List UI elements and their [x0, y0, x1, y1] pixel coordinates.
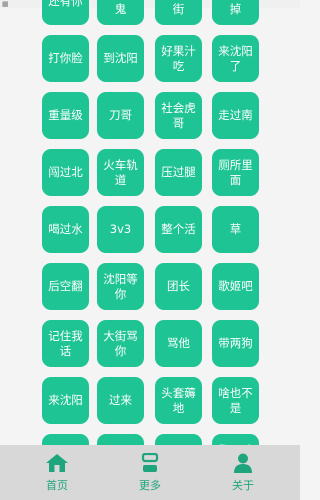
phrase-button[interactable]: 大街骂你 — [97, 320, 144, 367]
phrase-button[interactable]: 沈阳等你 — [97, 263, 144, 310]
phrase-button[interactable]: 还有你 — [42, 0, 89, 25]
phrase-button[interactable]: 刀哥 — [97, 92, 144, 139]
phrase-button[interactable]: 草 — [212, 206, 259, 253]
phrase-button[interactable]: 头套拽掉 — [212, 0, 259, 25]
bottom-tab-bar: 首页 更多 关于 — [0, 445, 300, 500]
phrase-button[interactable]: 来沈阳 — [42, 377, 89, 424]
phrase-button[interactable]: 头套薅地 — [155, 377, 202, 424]
phrase-button[interactable]: 过来 — [97, 377, 144, 424]
phrase-button[interactable]: 走过南 — [212, 92, 259, 139]
phrase-button[interactable]: 厕所里面 — [212, 149, 259, 196]
phrase-button[interactable]: 带两狗 — [212, 320, 259, 367]
phrase-button[interactable]: 歌姬吧 — [212, 263, 259, 310]
phrase-button[interactable]: 来沈阳了 — [212, 35, 259, 82]
phrase-button[interactable]: 好果汁吃 — [155, 35, 202, 82]
tab-more-label: 更多 — [139, 479, 161, 492]
tab-home[interactable]: 首页 — [7, 445, 107, 500]
status-grid-icon: ▦ — [2, 0, 9, 8]
home-icon — [46, 454, 68, 472]
phrase-button[interactable]: 记住我话 — [42, 320, 89, 367]
phrase-button[interactable]: 闯过北 — [42, 149, 89, 196]
phrase-button[interactable]: 后空翻 — [42, 263, 89, 310]
phrase-button[interactable]: 3v3 — [97, 206, 144, 253]
phrase-button[interactable]: 压过腿 — [155, 149, 202, 196]
phrase-button-grid: 还有你不人不鬼沈阳大街头套拽掉打你脸到沈阳好果汁吃来沈阳了重量级刀哥社会虎哥走过… — [40, 0, 260, 500]
tab-about-label: 关于 — [232, 479, 254, 492]
phrase-button[interactable]: 火车轨道 — [97, 149, 144, 196]
phrase-button[interactable]: 社会虎哥 — [155, 92, 202, 139]
phrase-button[interactable]: 沈阳大街 — [155, 0, 202, 25]
phrase-button[interactable]: 到沈阳 — [97, 35, 144, 82]
tab-home-label: 首页 — [46, 479, 68, 492]
phrase-button[interactable]: 团长 — [155, 263, 202, 310]
phrase-button[interactable]: 重量级 — [42, 92, 89, 139]
phrase-button[interactable]: 啥也不是 — [212, 377, 259, 424]
person-icon — [234, 453, 252, 473]
phrase-button[interactable]: 整个活 — [155, 206, 202, 253]
phrase-button[interactable]: 喝过水 — [42, 206, 89, 253]
phrase-button[interactable]: 不人不鬼 — [97, 0, 144, 25]
tab-about[interactable]: 关于 — [193, 445, 293, 500]
tab-more[interactable]: 更多 — [100, 445, 200, 500]
phrase-button[interactable]: 打你脸 — [42, 35, 89, 82]
more-icon — [141, 453, 159, 472]
phrase-button[interactable]: 骂他 — [155, 320, 202, 367]
